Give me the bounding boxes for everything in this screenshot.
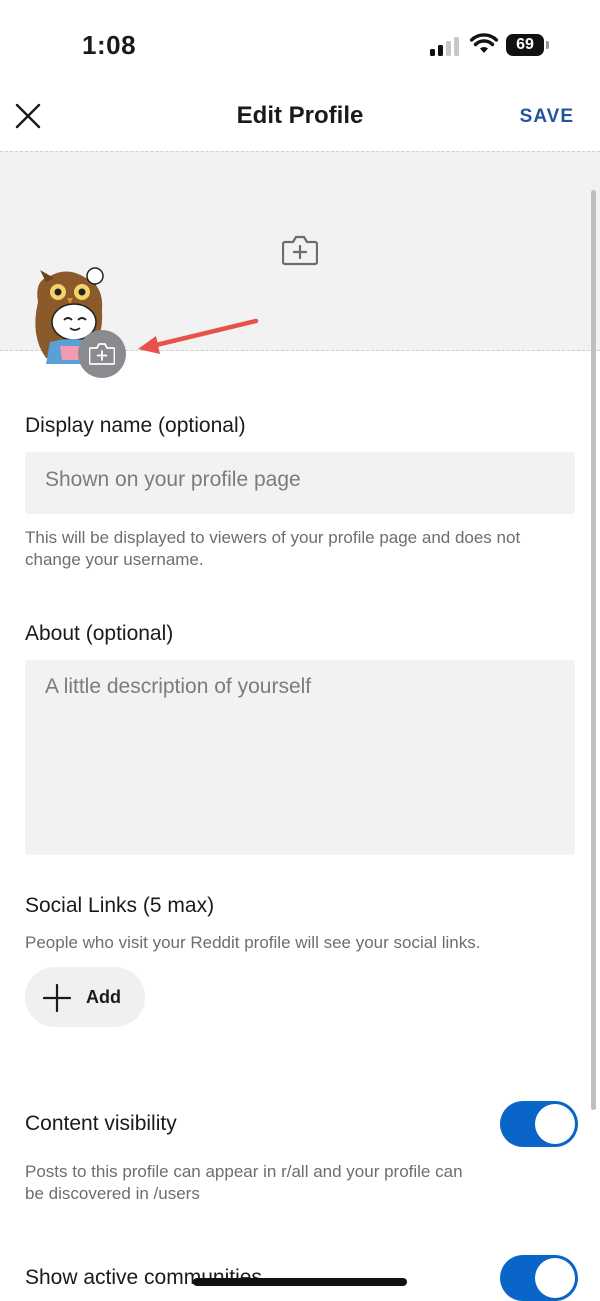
status-time: 1:08 [82,30,137,60]
about-field[interactable]: A little description of yourself [25,660,575,855]
plus-icon [43,984,71,1012]
content-visibility-toggle[interactable] [500,1101,578,1147]
active-communities-toggle[interactable] [500,1255,578,1301]
display-name-placeholder: Shown on your profile page [45,468,301,491]
cellular-signal-icon [430,37,459,56]
home-indicator [193,1278,407,1286]
camera-plus-icon[interactable] [282,234,318,266]
battery-level: 69 [516,36,534,53]
content-visibility-label: Content visibility [25,1112,177,1135]
save-button[interactable]: SAVE [520,106,574,128]
display-name-label: Display name (optional) [25,414,246,437]
add-social-link-button[interactable]: Add [25,967,145,1027]
about-placeholder: A little description of yourself [45,675,312,698]
status-bar: 1:08 69 [0,0,600,90]
battery-icon: 69 [506,34,550,56]
nav-bar: Edit Profile SAVE [0,90,600,150]
about-label: About (optional) [25,622,174,645]
social-links-help: People who visit your Reddit profile wil… [25,933,481,952]
display-name-help: This will be displayed to viewers of you… [25,528,521,569]
scrollbar[interactable] [591,190,596,1110]
page-title: Edit Profile [236,102,364,129]
camera-plus-icon [89,343,115,365]
add-label: Add [86,987,121,1007]
display-name-field[interactable]: Shown on your profile page [25,452,575,514]
content-visibility-help: Posts to this profile can appear in r/al… [25,1162,463,1203]
avatar-camera-button[interactable] [78,330,126,378]
wifi-icon [470,33,498,53]
annotation-arrow [138,318,259,354]
social-links-label: Social Links (5 max) [25,894,215,917]
